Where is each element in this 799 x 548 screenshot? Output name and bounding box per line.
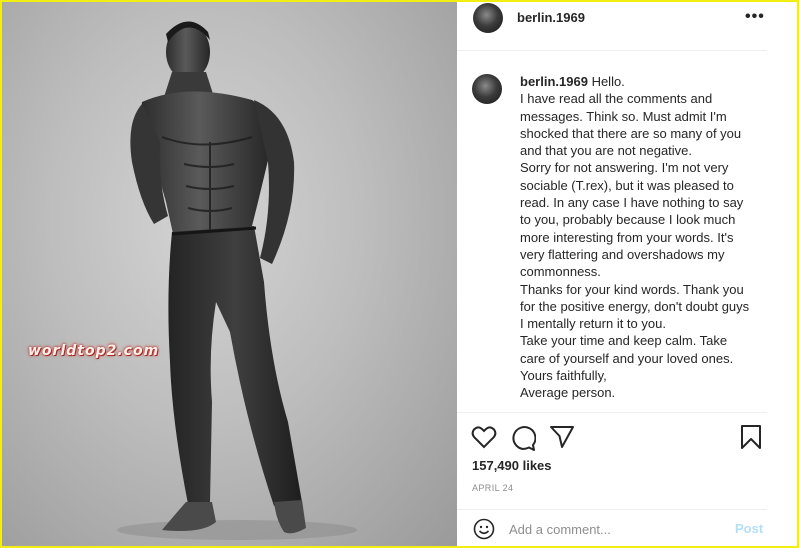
paper-plane-icon[interactable] — [549, 425, 575, 449]
caption-line: Take your time and keep calm. Take care … — [520, 333, 734, 366]
caption-avatar[interactable] — [472, 74, 502, 104]
post-caption: berlin.1969 Hello. I have read all the c… — [520, 73, 756, 402]
header-username[interactable]: berlin.1969 — [517, 10, 585, 25]
comment-input[interactable] — [509, 519, 709, 539]
heart-icon[interactable] — [471, 425, 497, 449]
watermark-text: worldtop2.com — [28, 343, 160, 359]
caption-line: Sorry for not answering. I'm not very so… — [520, 160, 744, 280]
caption-line: Hello. — [591, 74, 625, 89]
caption-line: I have read all the comments and message… — [520, 91, 742, 159]
screenshot-frame: worldtop2.com berlin.1969 ••• berlin.196… — [0, 0, 799, 548]
comment-bubble-icon[interactable] — [510, 425, 536, 451]
caption-line: Average person. — [520, 385, 616, 401]
post-comment-button[interactable]: Post — [735, 521, 763, 536]
bookmark-icon[interactable] — [740, 424, 762, 450]
post-actions: 157,490 likes APRIL 24 Post — [457, 412, 767, 546]
caption-line: Thanks for your kind words. Thank you fo… — [520, 281, 750, 332]
more-options-icon[interactable]: ••• — [745, 8, 765, 26]
post-header: berlin.1969 ••• — [457, 2, 767, 51]
post-side-panel: berlin.1969 ••• berlin.1969 Hello. I hav… — [457, 2, 767, 546]
caption-line: Yours faithfully, — [520, 368, 607, 384]
smiley-icon[interactable] — [473, 518, 495, 540]
like-count[interactable]: 157,490 likes — [472, 458, 552, 473]
caption-username[interactable]: berlin.1969 — [520, 74, 588, 89]
avatar[interactable] — [473, 3, 503, 33]
right-margin — [767, 2, 797, 546]
comment-bar: Post — [457, 509, 767, 546]
post-date: APRIL 24 — [472, 483, 514, 493]
bodybuilder-figure — [117, 21, 357, 540]
post-photo[interactable]: worldtop2.com — [2, 2, 457, 546]
